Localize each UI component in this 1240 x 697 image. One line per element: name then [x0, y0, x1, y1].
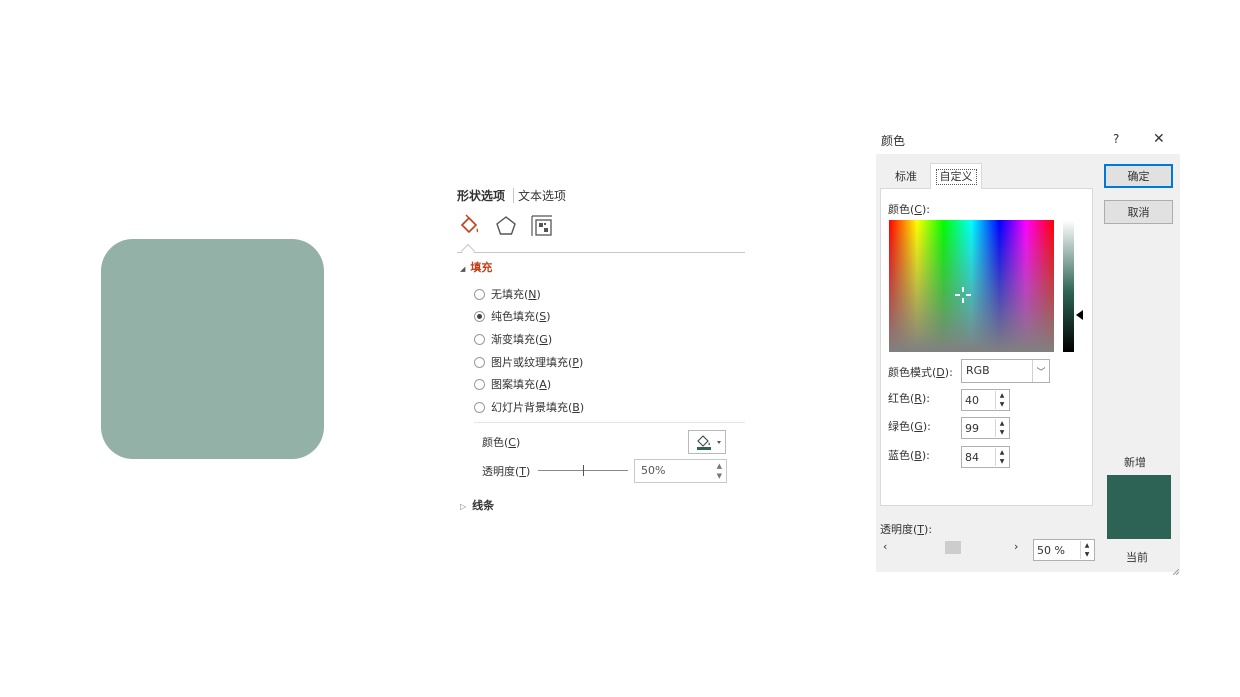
new-color-label: 新增 [1124, 456, 1146, 469]
radio-label: 图案填充(A) [491, 378, 552, 391]
tab-text-options[interactable]: 文本选项 [518, 187, 566, 204]
fill-section-header[interactable]: ◢ 填充 [460, 259, 492, 275]
color-spectrum-picker[interactable] [889, 220, 1054, 352]
spin-down-icon: ▼ [999, 429, 1005, 436]
color-mode-value: RGB [966, 364, 990, 377]
red-label: 红色(R): [888, 392, 930, 405]
current-color-label: 当前 [1126, 551, 1148, 564]
tab-custom-label: 自定义 [935, 168, 977, 185]
pane-divider [457, 252, 745, 253]
radio-pattern-fill[interactable]: 图案填充(A) [474, 376, 551, 392]
spin-up-icon[interactable]: ▲ [717, 463, 722, 470]
radio-button[interactable] [474, 310, 485, 322]
transparency-slider-thumb[interactable] [583, 465, 584, 476]
radio-button[interactable] [474, 288, 485, 300]
tab-custom[interactable]: 自定义 [930, 163, 982, 189]
dialog-transparency-value: 50 % [1037, 544, 1065, 557]
dialog-transparency-label: 透明度(T): [880, 523, 933, 536]
dialog-title: 颜色 [881, 134, 906, 148]
radio-solid-fill[interactable]: 纯色填充(S) [474, 308, 551, 324]
radio-label: 无填充(N) [491, 288, 541, 301]
help-icon[interactable]: ? [1113, 132, 1119, 146]
radio-button[interactable] [474, 333, 485, 345]
ok-button[interactable]: 确定 [1104, 164, 1173, 188]
fill-options-divider [474, 422, 745, 423]
size-properties-icon[interactable] [530, 214, 554, 238]
radio-button[interactable] [474, 378, 485, 390]
radio-label: 渐变填充(G) [491, 333, 553, 346]
spin-down-icon: ▼ [999, 458, 1005, 465]
transparency-spinner[interactable]: ▲ ▼ [1080, 541, 1093, 559]
red-spinner[interactable]: ▲ ▼ [995, 391, 1008, 409]
chevron-right-icon[interactable]: › [1014, 540, 1018, 553]
luminance-slider[interactable] [1063, 220, 1074, 352]
green-field[interactable]: 99 ▲ ▼ [961, 417, 1010, 439]
tab-separator [513, 188, 514, 203]
spin-up-icon: ▲ [999, 449, 1005, 456]
radio-label: 幻灯片背景填充(B) [491, 401, 585, 414]
resize-grip-icon[interactable] [1172, 565, 1180, 576]
chevron-down-icon[interactable]: ﹀ [1032, 360, 1049, 382]
tab-shape-options[interactable]: 形状选项 [457, 187, 505, 204]
radio-slide-background-fill[interactable]: 幻灯片背景填充(B) [474, 399, 584, 415]
transparency-input[interactable]: 50% ▲ ▼ [634, 459, 727, 483]
spin-up-icon: ▲ [999, 392, 1005, 399]
spin-down-icon: ▼ [999, 401, 1005, 408]
tab-standard[interactable]: 标准 [883, 163, 929, 189]
blue-label: 蓝色(B): [888, 449, 930, 462]
pentagon-icon[interactable] [494, 214, 518, 238]
blue-field[interactable]: 84 ▲ ▼ [961, 446, 1010, 468]
crosshair-icon[interactable] [955, 287, 971, 303]
cancel-button[interactable]: 取消 [1104, 200, 1173, 224]
dialog-transparency-input[interactable]: 50 % ▲ ▼ [1033, 539, 1095, 561]
spin-down-icon: ▼ [1084, 551, 1090, 558]
close-icon[interactable]: ✕ [1153, 131, 1165, 147]
radio-label: 图片或纹理填充(P) [491, 356, 584, 369]
colors-label: 颜色(C): [888, 203, 930, 216]
fill-bucket-icon[interactable] [458, 214, 482, 238]
line-section-header[interactable]: ▷ 线条 [460, 497, 494, 513]
chevron-left-icon[interactable]: ‹ [883, 540, 887, 553]
blue-value: 84 [965, 451, 979, 464]
green-label: 绿色(G): [888, 420, 931, 433]
radio-button[interactable] [474, 401, 485, 413]
spin-up-icon: ▲ [999, 420, 1005, 427]
selected-rounded-rectangle[interactable] [101, 239, 324, 459]
color-mode-label: 颜色模式(D): [888, 366, 953, 379]
expanded-triangle-icon: ◢ [460, 265, 466, 273]
spin-up-icon: ▲ [1084, 542, 1090, 549]
green-spinner[interactable]: ▲ ▼ [995, 419, 1008, 437]
transparency-scroll-thumb[interactable] [945, 541, 961, 554]
dropdown-arrow-icon [717, 441, 721, 444]
active-tab-pointer [460, 243, 476, 259]
blue-spinner[interactable]: ▲ ▼ [995, 448, 1008, 466]
color-label: 颜色(C) [482, 436, 521, 449]
transparency-label: 透明度(T) [482, 465, 531, 478]
radio-no-fill[interactable]: 无填充(N) [474, 286, 541, 302]
fill-color-button[interactable] [688, 430, 726, 454]
red-value: 40 [965, 394, 979, 407]
radio-picture-fill[interactable]: 图片或纹理填充(P) [474, 354, 583, 370]
green-value: 99 [965, 422, 979, 435]
red-field[interactable]: 40 ▲ ▼ [961, 389, 1010, 411]
spin-down-icon[interactable]: ▼ [717, 473, 722, 480]
collapsed-triangle-icon: ▷ [460, 502, 467, 511]
transparency-value: 50% [641, 464, 666, 477]
paint-bucket-icon [697, 435, 710, 447]
radio-label: 纯色填充(S) [491, 310, 551, 323]
current-color-swatch [1107, 507, 1171, 539]
new-color-swatch [1107, 475, 1171, 507]
radio-button[interactable] [474, 356, 485, 368]
radio-gradient-fill[interactable]: 渐变填充(G) [474, 331, 552, 347]
fill-section-title: 填充 [470, 261, 493, 274]
line-section-title: 线条 [472, 499, 495, 512]
luminance-arrow-icon[interactable] [1076, 310, 1083, 320]
color-mode-select[interactable]: RGB ﹀ [961, 359, 1050, 383]
